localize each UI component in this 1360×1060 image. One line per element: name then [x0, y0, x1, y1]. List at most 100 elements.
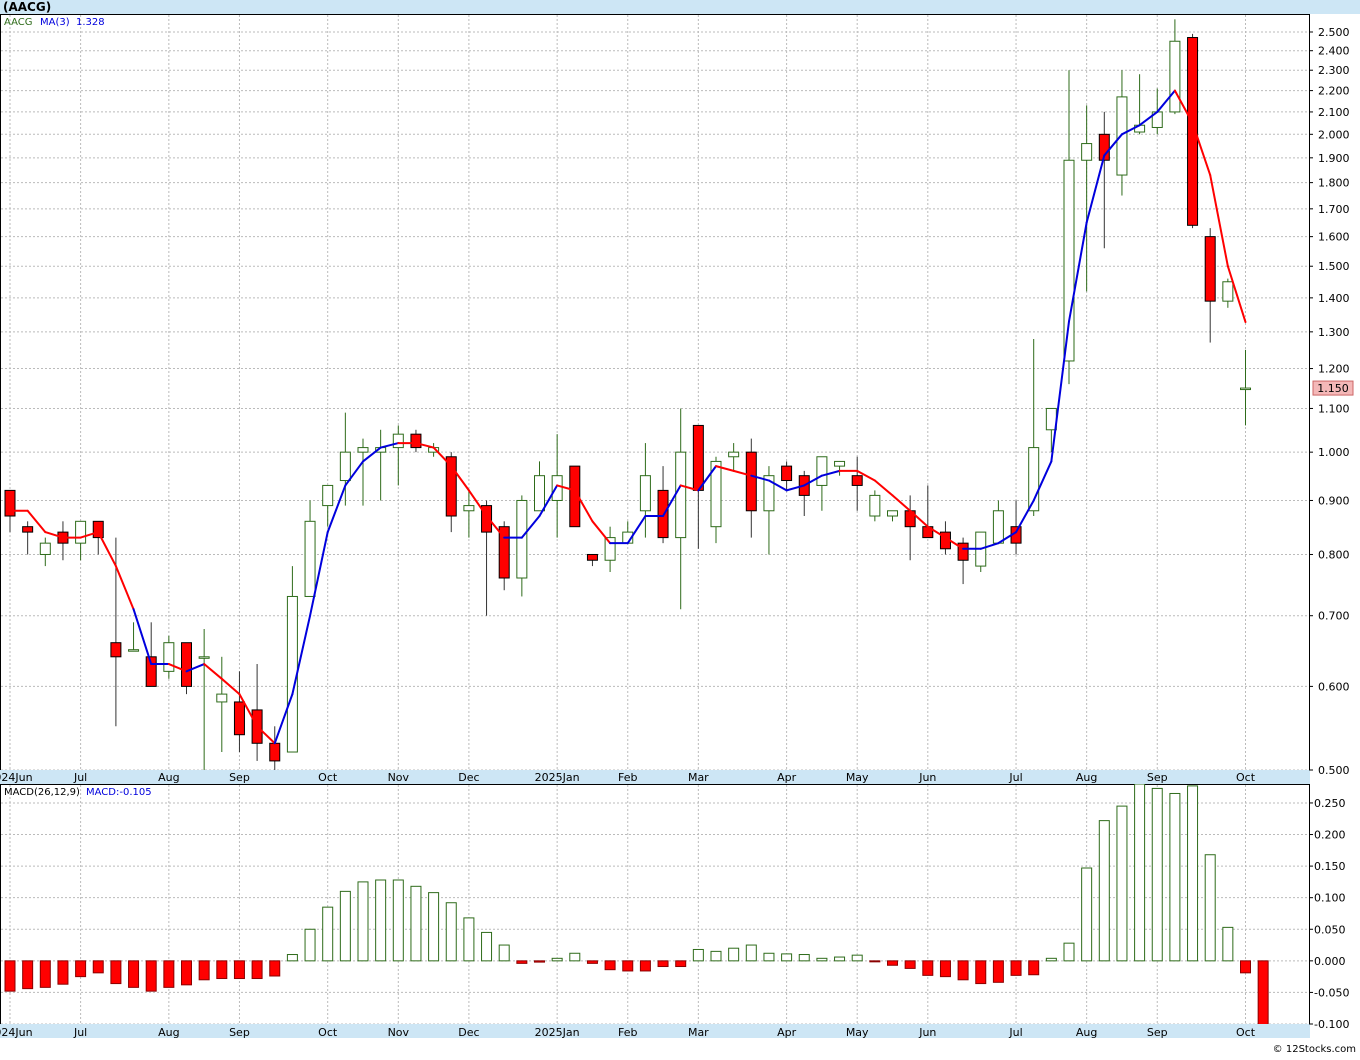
stock-chart: (AACG) 2024Jun 2024Jun Jul Jul Aug Aug Sep Sep O…: [0, 0, 1360, 1056]
date-tick-label-lower: Aug: [158, 1026, 179, 1039]
candle-body: [657, 489, 669, 539]
candle-body: [1169, 40, 1181, 113]
date-tick-label-lower: Mar: [688, 1026, 709, 1039]
date-tick-label: Jun: [918, 771, 936, 784]
macd-bar: [1098, 820, 1110, 962]
macd-bar: [922, 960, 934, 976]
candle-body: [463, 505, 475, 512]
candle-body: [392, 433, 404, 449]
macd-bar: [834, 956, 846, 962]
macd-bar: [22, 960, 34, 990]
macd-tick-label: -0.050: [1314, 986, 1349, 999]
macd-tick-label: 0.250: [1314, 797, 1346, 810]
candle-up: [975, 531, 987, 573]
macd-bar: [233, 960, 245, 980]
price-tick-label: 2.200: [1318, 85, 1350, 98]
candle-body: [163, 642, 175, 672]
date-tick-label: May: [846, 771, 869, 784]
macd-bar: [904, 960, 916, 969]
macd-bar: [728, 947, 740, 962]
date-tick-label-lower: Jun: [918, 1026, 936, 1039]
candle-body: [216, 693, 228, 703]
date-tick-label-lower: Sep: [229, 1026, 250, 1039]
candle-body: [675, 451, 687, 539]
price-tick-label: 1.500: [1318, 260, 1350, 273]
macd-bar: [745, 944, 757, 962]
candle-body: [1240, 387, 1251, 391]
macd-bar: [1045, 957, 1057, 962]
candle-body: [869, 494, 881, 517]
macd-bar: [639, 960, 651, 972]
candle-body: [1063, 159, 1075, 362]
macd-bar: [516, 960, 528, 964]
price-tick-label: 0.800: [1318, 548, 1350, 561]
macd-tick-label: 0.200: [1314, 829, 1346, 842]
candle-down: [181, 642, 192, 695]
macd-bar: [57, 960, 69, 985]
candle-body: [604, 537, 616, 561]
macd-bar: [534, 960, 545, 963]
date-tick-label-lower: 2024Jun: [0, 1026, 33, 1039]
price-tick-label: 0.600: [1318, 680, 1350, 693]
macd-bar: [1010, 960, 1022, 976]
candle-body: [551, 475, 563, 501]
macd-bar: [463, 917, 475, 962]
macd-bar: [1204, 854, 1216, 962]
macd-bar: [887, 960, 898, 966]
date-tick-label-lower: Nov: [388, 1026, 410, 1039]
date-tick-label: Aug: [158, 771, 179, 784]
candle-body: [1081, 143, 1093, 161]
macd-bar: [1028, 960, 1040, 976]
date-tick-label: Dec: [458, 771, 479, 784]
macd-bar: [816, 957, 828, 962]
macd-bar: [1063, 942, 1075, 962]
date-tick-label: 2025Jan: [535, 771, 580, 784]
macd-bar: [992, 960, 1004, 983]
macd-tick-label: 0.150: [1314, 860, 1346, 873]
date-tick-label-lower: Sep: [1147, 1026, 1168, 1039]
candle-body: [516, 499, 528, 579]
macd-bar: [445, 902, 457, 962]
date-tick-label: Oct: [318, 771, 338, 784]
price-tick-label: 2.500: [1318, 26, 1350, 39]
macd-bar: [4, 960, 16, 992]
macd-bar: [1169, 792, 1181, 962]
date-tick-label-lower: 2025Jan: [535, 1026, 580, 1039]
candle-body: [339, 451, 351, 482]
macd-bar: [957, 960, 969, 981]
date-tick-label-lower: Oct: [318, 1026, 338, 1039]
macd-bar: [410, 885, 422, 962]
macd-bar: [392, 879, 404, 962]
macd-bar: [375, 879, 387, 962]
macd-tick-label: 0.000: [1314, 955, 1346, 968]
macd-bar: [604, 960, 616, 971]
price-tick-label: 1.900: [1318, 152, 1350, 165]
macd-bar: [869, 960, 881, 963]
last-price-value: 1.150: [1317, 382, 1349, 395]
date-axis-band: [0, 770, 1310, 784]
candle-body: [128, 649, 140, 652]
price-tick-label: 2.000: [1318, 128, 1350, 141]
macd-bar: [181, 960, 192, 986]
candle-body: [410, 433, 422, 449]
candle-body: [639, 475, 651, 512]
macd-legend-label: MACD(26,12,9): [4, 787, 80, 798]
candle-body: [92, 520, 104, 539]
price-legend-ma-label: MA(3): [40, 17, 70, 28]
candle-body: [39, 542, 51, 555]
candle-body: [357, 447, 369, 453]
candle-body: [181, 642, 192, 687]
macd-bar: [339, 890, 351, 962]
macd-bar: [322, 906, 334, 962]
macd-bar: [269, 960, 281, 977]
candle-body: [110, 642, 122, 658]
macd-bar: [692, 948, 704, 962]
date-tick-label: Jul: [1008, 771, 1022, 784]
macd-bar: [145, 960, 157, 992]
price-tick-label: 0.900: [1318, 494, 1350, 507]
price-tick-label: 2.400: [1318, 45, 1350, 58]
candle-body: [586, 553, 598, 561]
candle-body: [322, 484, 334, 507]
chart-title: (AACG): [3, 0, 51, 14]
macd-tick-label: 0.100: [1314, 892, 1346, 905]
